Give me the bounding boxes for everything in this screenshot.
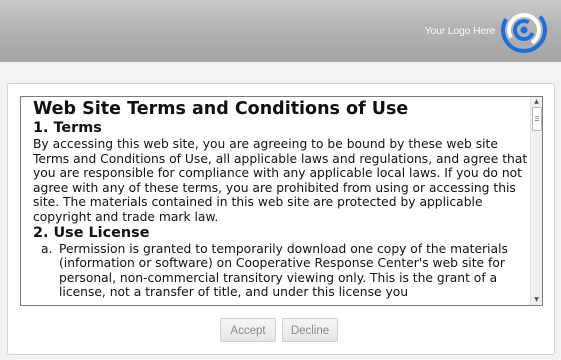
decline-button[interactable]: Decline <box>282 318 338 342</box>
scroll-down-arrow-icon[interactable]: ▼ <box>531 295 542 305</box>
scroll-thumb[interactable] <box>532 107 542 131</box>
section-heading-use-license: 2. Use License <box>33 224 150 241</box>
list-item: a. Permission is granted to temporarily … <box>41 242 528 300</box>
vertical-scrollbar[interactable]: ▲ ▼ <box>530 97 542 305</box>
scroll-up-arrow-icon[interactable]: ▲ <box>531 97 542 107</box>
logo-text: Your Logo Here <box>424 25 496 37</box>
list-item-marker: a. <box>41 241 53 256</box>
accept-button[interactable]: Accept <box>220 318 276 342</box>
swirl-logo-icon <box>501 7 547 53</box>
terms-title: Web Site Terms and Conditions of Use <box>33 99 409 119</box>
terms-content: Web Site Terms and Conditions of Use 1. … <box>33 99 528 300</box>
terms-textbox[interactable]: Web Site Terms and Conditions of Use 1. … <box>20 96 543 306</box>
list-item-text: Permission is granted to temporarily dow… <box>59 241 508 300</box>
header-bar: Your Logo Here <box>0 0 561 62</box>
section-body-terms: By accessing this web site, you are agre… <box>33 137 528 224</box>
section-heading-terms: 1. Terms <box>33 120 102 136</box>
